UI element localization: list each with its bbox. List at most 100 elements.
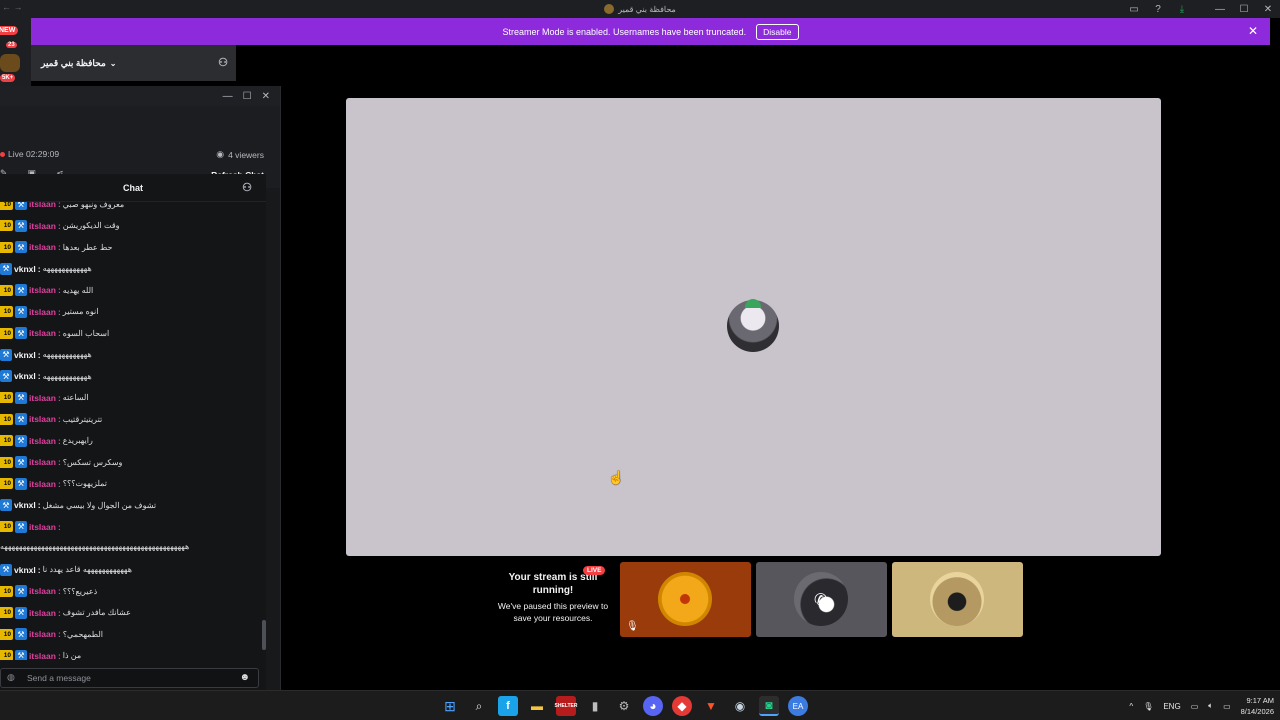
- banner-close-icon[interactable]: ✕: [1248, 24, 1258, 38]
- disable-button[interactable]: Disable: [756, 23, 799, 40]
- eye-icon: ◉: [216, 149, 225, 159]
- chat-username[interactable]: vknxl: [14, 500, 36, 510]
- person-add-icon[interactable]: ⚇: [218, 56, 228, 69]
- popout-minimize-button[interactable]: —: [223, 91, 233, 102]
- chat-username[interactable]: itslaan: [29, 242, 56, 252]
- chat-panel: Chat ⚇ 10 ⚒ itslaan: معروف ونبهو صبي 10 ⚒ itsl…: [0, 174, 266, 690]
- chat-message: ⚒ vknxl: ههههههههههههه: [0, 262, 92, 275]
- chat-text: من ذا: [62, 651, 82, 660]
- chat-username[interactable]: itslaan: [29, 522, 56, 532]
- chat-message: 10 ⚒ itslaan: اسحاب السوه: [0, 327, 109, 339]
- chat-message: 10 ⚒ itslaan: الساعته: [0, 391, 89, 404]
- chat-username[interactable]: vknxl: [14, 264, 36, 274]
- participant-tile[interactable]: 🎙︎: [620, 562, 751, 637]
- emoji-icon[interactable]: ☻: [239, 672, 250, 683]
- rank-icon: ⚒: [15, 606, 27, 619]
- stream-preview[interactable]: [346, 98, 1161, 556]
- popout-maximize-button[interactable]: ☐: [243, 91, 252, 102]
- download-icon[interactable]: ⤓: [1170, 0, 1194, 18]
- chat-username[interactable]: itslaan: [29, 457, 56, 467]
- red-app-icon[interactable]: ◆: [672, 696, 692, 716]
- chat-message: 10 ⚒ itslaan: انوه مستير: [0, 305, 98, 318]
- chat-username[interactable]: itslaan: [29, 586, 56, 596]
- tray-chevron-icon[interactable]: ^: [1129, 702, 1133, 711]
- discord-active-icon[interactable]: ◙: [759, 696, 779, 716]
- chat-username[interactable]: vknxl: [14, 371, 36, 381]
- chat-input-placeholder: Send a message: [27, 673, 91, 683]
- facebook-icon[interactable]: f: [498, 696, 518, 716]
- level-badge: 10: [0, 241, 13, 253]
- chat-username[interactable]: itslaan: [29, 479, 56, 489]
- search-icon[interactable]: ⌕: [469, 696, 489, 716]
- chat-message-list[interactable]: 10 ⚒ itslaan: معروف ونبهو صبي 10 ⚒ itslaan: وقت…: [0, 202, 262, 660]
- participant-tile[interactable]: [892, 562, 1023, 637]
- clock[interactable]: 9:17 AM 8/14/2026: [1241, 695, 1274, 717]
- chat-message: 10 ⚒ itslaan: الطمهحمي؟: [0, 628, 103, 640]
- window-title: محافظة بني قمير: [604, 4, 676, 14]
- chat-username[interactable]: itslaan: [29, 414, 56, 424]
- chat-scrollbar[interactable]: [262, 202, 266, 660]
- level-badge: 10: [0, 413, 13, 425]
- chat-message: 10 ⚒ itslaan: وسكرس تسكس؟: [0, 456, 122, 468]
- maximize-button[interactable]: ☐: [1232, 0, 1256, 18]
- chat-username[interactable]: vknxl: [14, 565, 36, 575]
- chat-settings-icon[interactable]: ◍: [7, 672, 15, 683]
- microphone-icon[interactable]: 🎙︎: [1143, 702, 1153, 711]
- chat-username[interactable]: itslaan: [29, 221, 56, 231]
- server-icon[interactable]: [0, 54, 20, 72]
- chat-text: تملزيهوت؟؟؟: [62, 479, 108, 488]
- close-button[interactable]: ✕: [1256, 0, 1280, 18]
- chat-username[interactable]: itslaan: [29, 307, 56, 317]
- minimize-button[interactable]: —: [1208, 0, 1232, 18]
- clock-time: 9:17 AM: [1246, 696, 1274, 705]
- folder-icon[interactable]: ▬: [527, 696, 547, 716]
- steam-icon[interactable]: ◉: [730, 696, 750, 716]
- inbox-icon[interactable]: ▭: [1122, 0, 1146, 18]
- battery-icon[interactable]: ▭: [1223, 702, 1231, 711]
- server-header[interactable]: محافظة بني قمير ⌄ ⚇: [31, 45, 236, 81]
- volume-icon[interactable]: 🔈︎: [1208, 701, 1213, 711]
- chat-username[interactable]: itslaan: [29, 608, 56, 618]
- usb-icon[interactable]: ▮: [585, 696, 605, 716]
- count-badge: 5K+: [0, 74, 16, 82]
- chat-text: تتريتيترقتيب: [62, 414, 103, 424]
- language-indicator[interactable]: ENG: [1163, 702, 1180, 711]
- chat-message: ⚒ vknxl: ههههههههههههه: [0, 370, 92, 382]
- chat-username[interactable]: itslaan: [29, 651, 56, 661]
- chat-input[interactable]: ◍ Send a message ☻: [0, 668, 259, 688]
- chat-username[interactable]: vknxl: [14, 350, 36, 360]
- popout-close-button[interactable]: ✕: [262, 91, 270, 102]
- brave-icon[interactable]: ▼: [701, 696, 721, 716]
- level-badge: 10: [0, 478, 13, 489]
- stream-popout-window: — ☐ ✕ Live 02:29:09 ◉ 4 viewers ✎ ▣ ⋖ Re…: [0, 86, 281, 690]
- chat-colon: :: [57, 306, 61, 317]
- help-icon[interactable]: ?: [1146, 0, 1170, 18]
- chat-username[interactable]: itslaan: [29, 436, 56, 446]
- chat-username[interactable]: itslaan: [29, 285, 56, 295]
- chat-colon: :: [57, 202, 61, 209]
- chat-username[interactable]: itslaan: [29, 202, 56, 209]
- network-icon[interactable]: ▭: [1191, 702, 1199, 711]
- title-bar-controls: ▭ ? ⤓ — ☐ ✕: [1122, 0, 1280, 18]
- chat-username[interactable]: itslaan: [29, 393, 56, 403]
- settings-icon[interactable]: ⚙: [614, 696, 634, 716]
- chat-colon: :: [57, 586, 61, 596]
- rank-icon: ⚒: [0, 499, 12, 511]
- shelter-app-icon[interactable]: SHELTER: [555, 696, 577, 716]
- windows-start-icon[interactable]: ⊞: [440, 696, 460, 716]
- chat-scroll-thumb[interactable]: [262, 620, 266, 650]
- chat-username[interactable]: itslaan: [29, 629, 56, 639]
- ea-app-icon[interactable]: EA: [788, 696, 808, 716]
- rank-icon: ⚒: [0, 563, 12, 576]
- chat-message: 10 ⚒ itslaan: ذعيريع؟؟؟: [0, 585, 97, 597]
- chat-message: 10 ⚒ itslaan: تملزيهوت؟؟؟: [0, 477, 108, 490]
- chat-colon: :: [57, 521, 61, 532]
- nav-arrows[interactable]: ← →: [2, 2, 23, 12]
- chat-text: الساعته: [62, 393, 89, 402]
- discord-icon[interactable]: ◕: [643, 696, 663, 716]
- chat-text: وقت الديكوريشن: [62, 221, 120, 230]
- participant-tile[interactable]: ✆: [756, 562, 887, 637]
- chat-username[interactable]: itslaan: [29, 328, 56, 338]
- popout-title-bar: — ☐ ✕: [0, 86, 280, 106]
- users-icon[interactable]: ⚇: [242, 181, 252, 194]
